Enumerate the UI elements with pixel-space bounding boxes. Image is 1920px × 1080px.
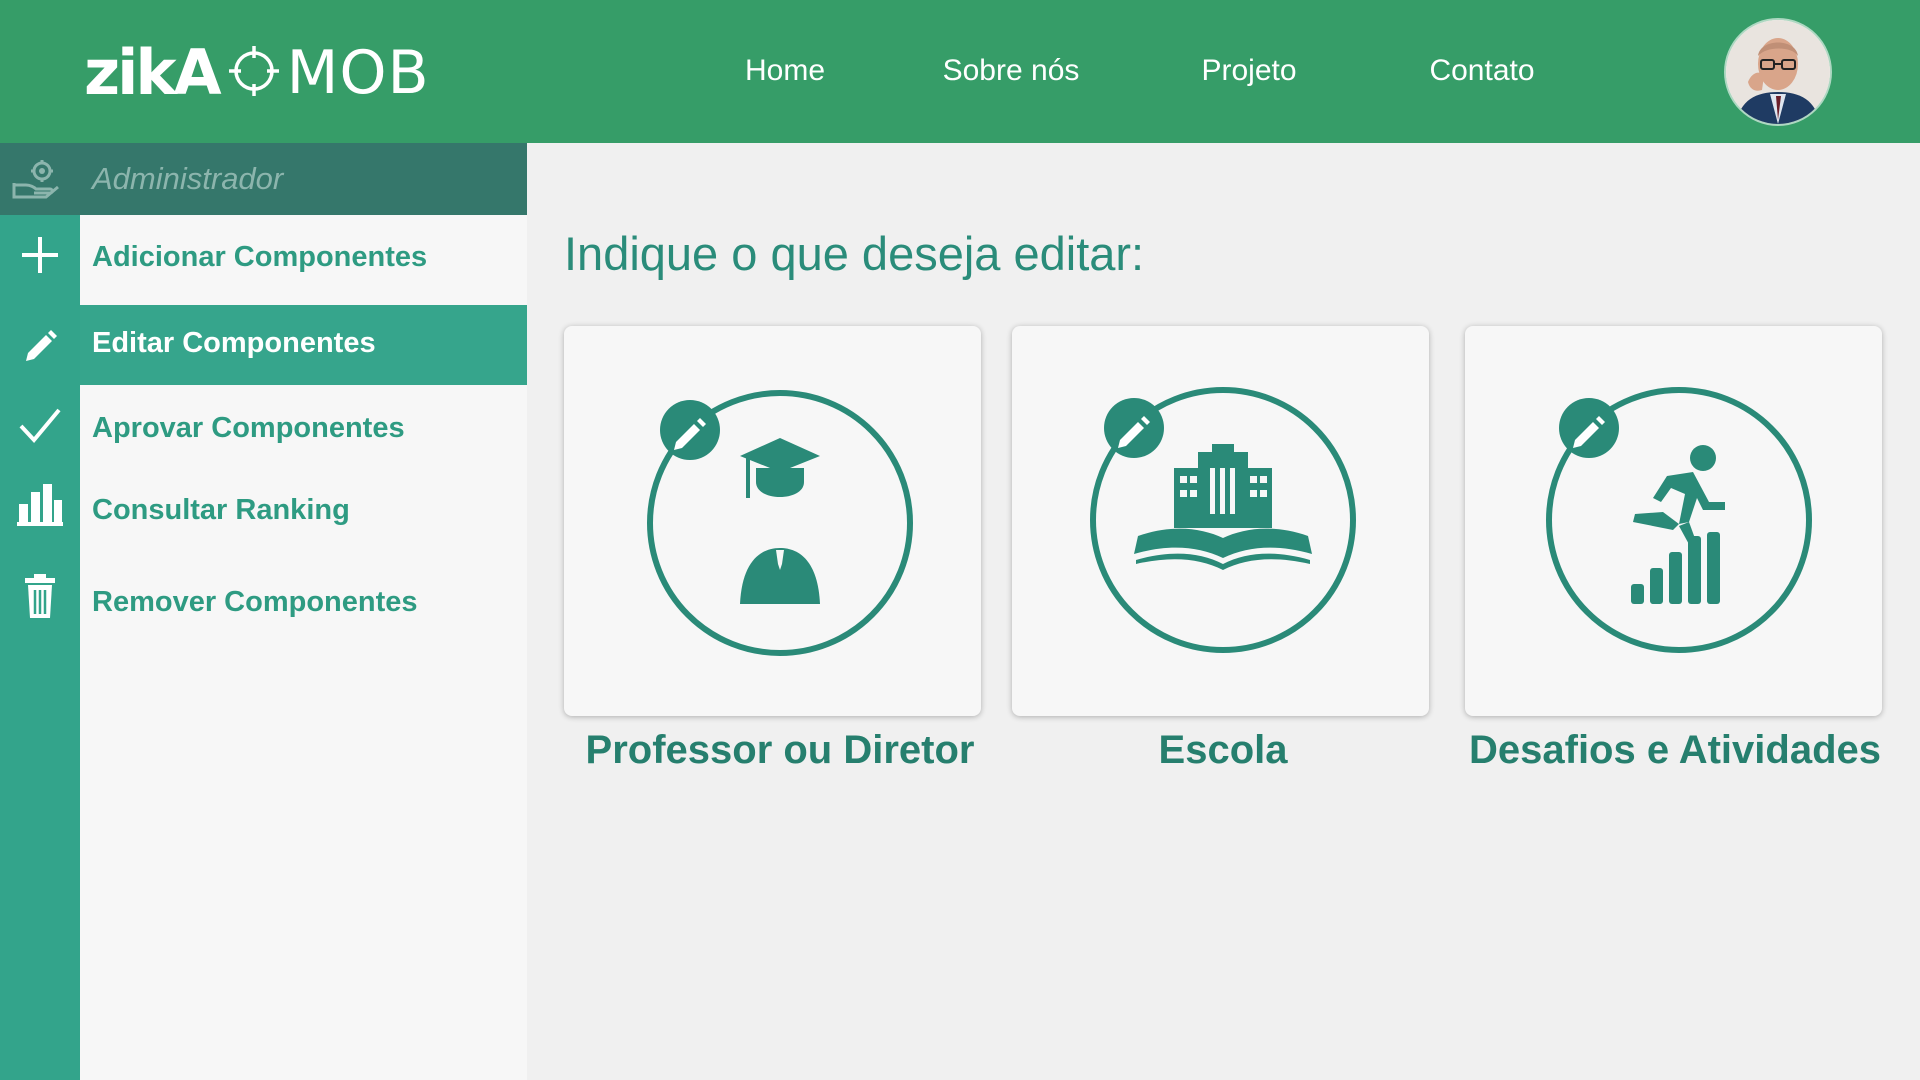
sidebar-item-label: Remover Componentes	[92, 586, 418, 618]
card-desafios[interactable]	[1465, 326, 1882, 716]
trash-icon	[0, 574, 80, 618]
hand-gear-icon	[12, 159, 60, 204]
card-escola[interactable]	[1012, 326, 1429, 716]
school-book-icon	[1134, 444, 1312, 570]
bar-chart-icon	[0, 484, 80, 526]
sidebar-item-ranking[interactable]: Consultar Ranking	[0, 474, 527, 550]
card-professor[interactable]	[564, 326, 981, 716]
edit-pencil-icon	[660, 400, 720, 460]
admin-label: Administrador	[92, 161, 284, 196]
sidebar-item-adicionar[interactable]: Adicionar Componentes	[0, 215, 527, 303]
card-escola-label[interactable]: Escola	[1159, 728, 1288, 773]
card-professor-label[interactable]: Professor ou Diretor	[586, 728, 975, 773]
plus-icon	[0, 235, 80, 275]
sidebar-item-label: Editar Componentes	[92, 327, 376, 359]
check-icon	[0, 406, 80, 446]
sidebar-item-aprovar[interactable]: Aprovar Componentes	[0, 392, 527, 468]
card-desafios-label[interactable]: Desafios e Atividades	[1469, 728, 1881, 773]
user-avatar-photo	[1726, 20, 1830, 124]
sidebar-item-remover[interactable]: Remover Componentes	[0, 566, 527, 644]
graduate-icon	[740, 438, 820, 604]
sidebar-item-label: Consultar Ranking	[92, 494, 350, 526]
top-header: zikA MOB Home Sobre nós Projeto Contato	[0, 0, 1920, 143]
nav-projeto[interactable]: Projeto	[1201, 48, 1296, 94]
pencil-icon	[0, 327, 80, 363]
nav-contato[interactable]: Contato	[1429, 48, 1534, 94]
edit-pencil-icon	[1104, 398, 1164, 458]
nav-sobre-nos[interactable]: Sobre nós	[943, 48, 1080, 94]
nav-home[interactable]: Home	[745, 48, 825, 94]
edit-pencil-icon	[1559, 398, 1619, 458]
runner-steps-icon	[1631, 445, 1725, 604]
page-title: Indique o que deseja editar:	[564, 227, 1145, 280]
sidebar-item-label: Adicionar Componentes	[92, 241, 428, 273]
main-nav: Home Sobre nós Projeto Contato	[0, 48, 1920, 94]
sidebar-admin-header: Administrador	[0, 143, 527, 215]
sidebar-item-editar[interactable]: Editar Componentes	[0, 305, 527, 385]
user-avatar[interactable]	[1726, 20, 1830, 124]
sidebar-item-label: Aprovar Componentes	[92, 412, 405, 444]
